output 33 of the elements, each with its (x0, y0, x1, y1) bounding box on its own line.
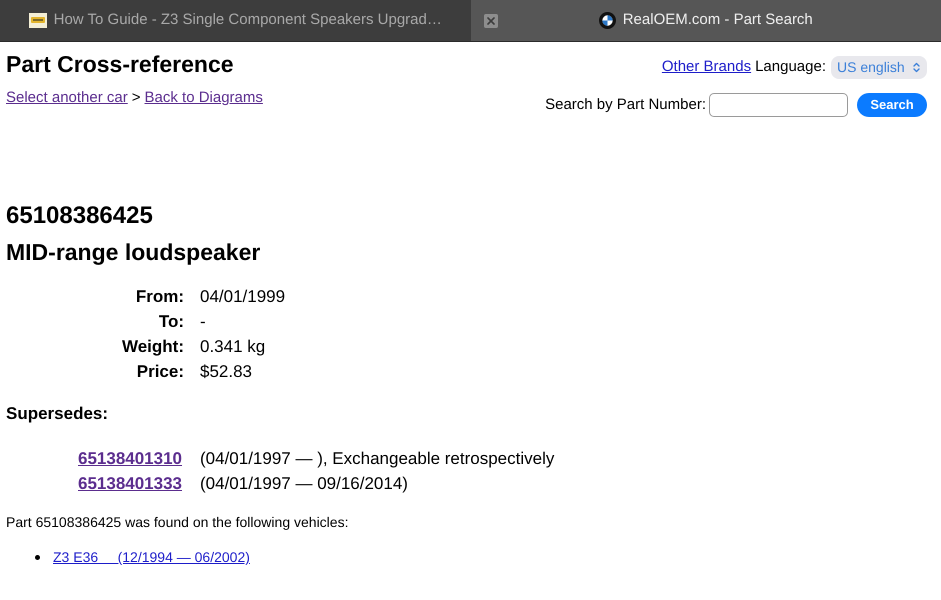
thumbnail-icon (28, 13, 47, 28)
bullet-icon (35, 554, 40, 560)
language-label: Language: (755, 57, 826, 78)
close-icon (486, 16, 494, 24)
vehicles-intro: Part 65108386425 was found on the following vehicles: (6, 513, 348, 532)
part-number: 65108386425 (6, 202, 153, 230)
search-button[interactable]: Search (857, 93, 927, 117)
part-link[interactable]: 65138401310 (78, 446, 182, 471)
detail-label: Price: (136, 361, 184, 383)
other-brands-link[interactable]: Other Brands (662, 56, 752, 79)
roundel-icon (598, 12, 616, 29)
breadcrumb-separator: > (132, 88, 141, 108)
part-name: MID-range loudspeaker (6, 238, 260, 266)
tab-close-button[interactable] (484, 14, 498, 28)
chevron-updown-icon (913, 62, 920, 73)
search-label: Search by Part Number: (545, 94, 706, 115)
detail-value: $52.83 (200, 361, 252, 383)
detail-label: To: (158, 311, 184, 333)
detail-label: Weight: (122, 336, 184, 358)
supersedes-heading: Supersedes: (6, 403, 108, 425)
browser-tab[interactable]: RealOEM.com - Part Search (470, 0, 941, 41)
page-title: Part Cross-reference (6, 50, 234, 78)
detail-label: From: (136, 286, 184, 308)
breadcrumb-link[interactable]: Select another car (6, 88, 128, 108)
supersede-note: (04/01/1997 — 09/16/2014) (200, 473, 408, 495)
supersede-note: (04/01/1997 — ), Exchangeable retrospectively (200, 448, 554, 470)
detail-value: - (200, 311, 206, 333)
breadcrumb-link[interactable]: Back to Diagrams (144, 88, 263, 108)
detail-value: 0.341 kg (200, 336, 266, 358)
vehicle-link[interactable]: Z3 E36 (12/1994 — 06/2002) (53, 547, 250, 567)
detail-value: 04/01/1999 (200, 286, 286, 308)
search-field[interactable] (709, 93, 848, 117)
part-link[interactable]: 65138401333 (78, 471, 182, 496)
